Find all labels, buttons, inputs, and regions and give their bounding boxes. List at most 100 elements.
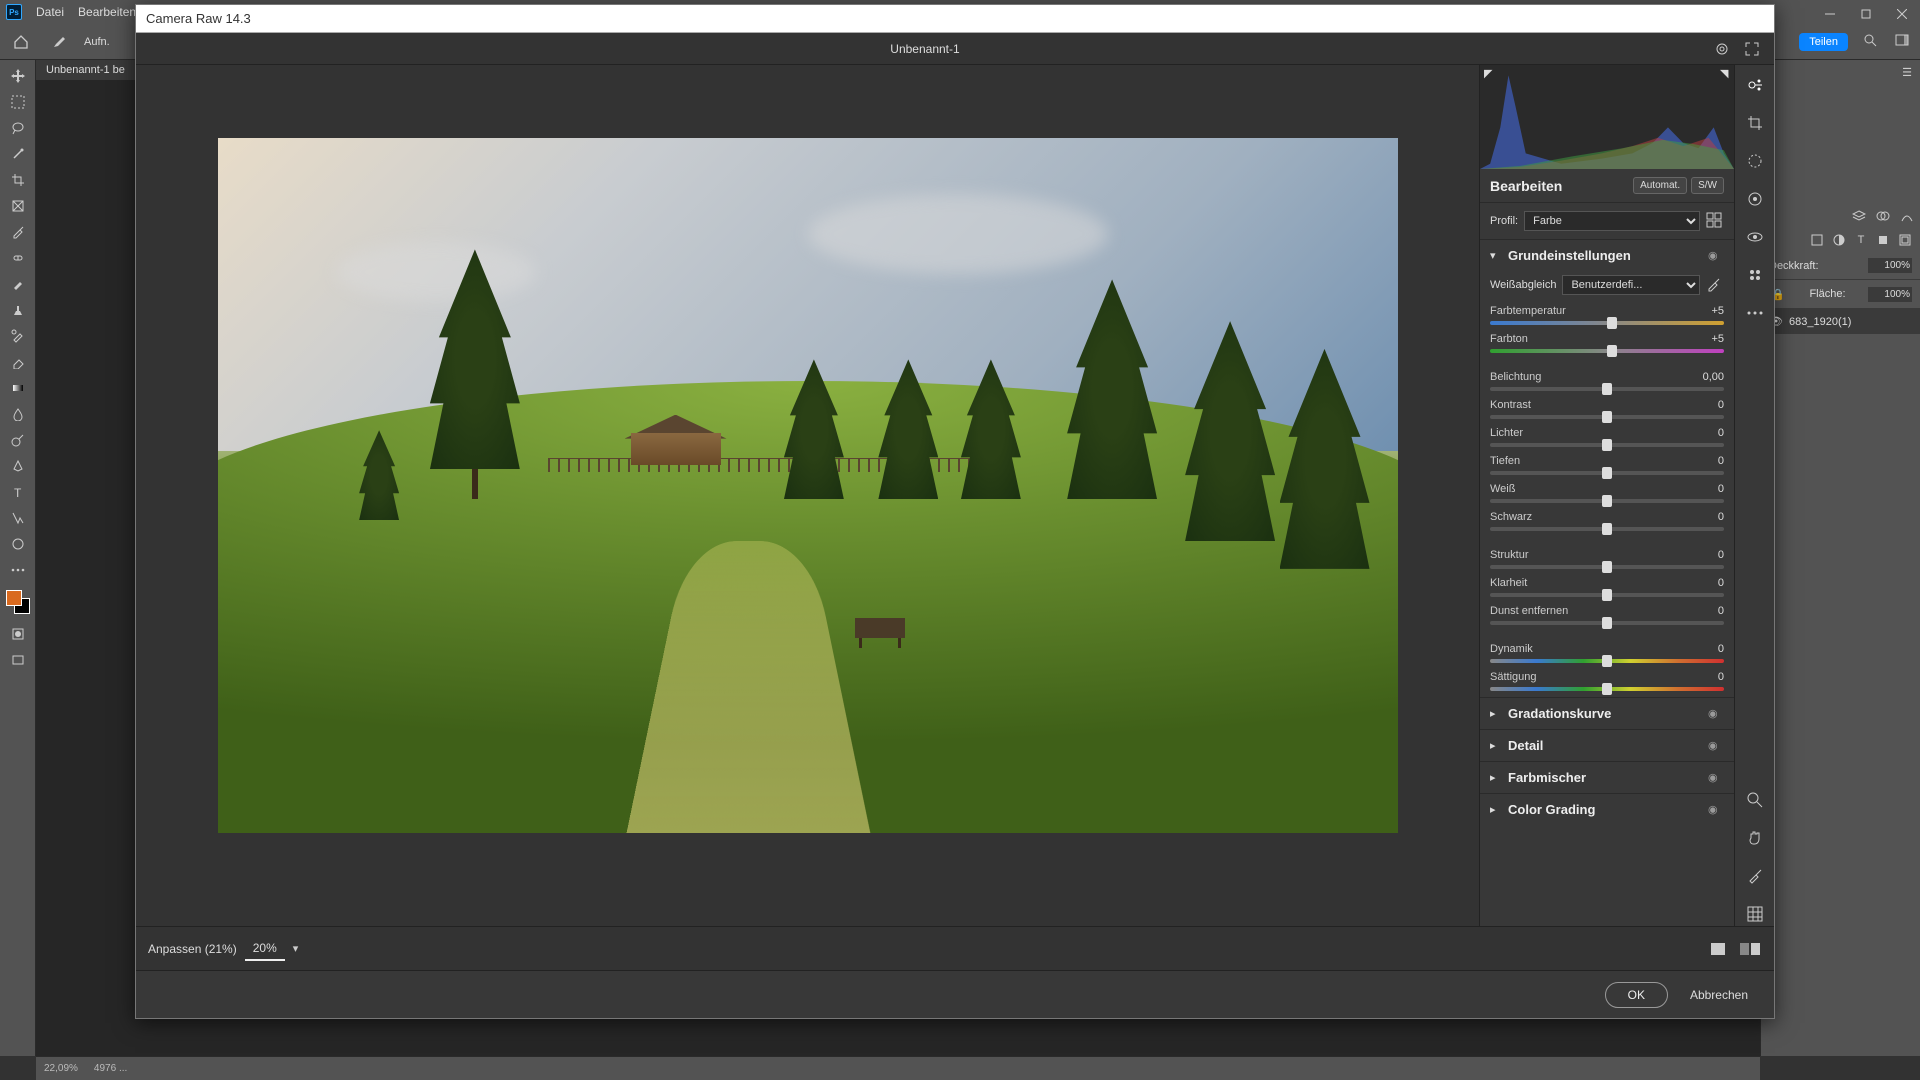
clarity-value[interactable] xyxy=(1680,577,1724,589)
tint-value[interactable] xyxy=(1680,333,1724,345)
grid-tool-icon[interactable] xyxy=(1743,902,1767,926)
filter-type-icon[interactable]: T xyxy=(1852,232,1870,248)
color-swatches[interactable] xyxy=(6,590,30,614)
highlights-slider[interactable]: Lichter xyxy=(1480,425,1734,453)
texture-value[interactable] xyxy=(1680,549,1724,561)
fullscreen-icon[interactable] xyxy=(1740,37,1764,61)
edit-tool-icon[interactable] xyxy=(1743,73,1767,97)
panel-visibility-icon[interactable]: ◉ xyxy=(1708,739,1724,752)
channels-icon[interactable] xyxy=(1874,208,1892,224)
eyedropper-tool-icon[interactable] xyxy=(4,220,32,244)
window-restore[interactable] xyxy=(1848,0,1884,28)
screenmode-icon[interactable] xyxy=(4,648,32,672)
contrast-value[interactable] xyxy=(1680,399,1724,411)
before-after-single-icon[interactable] xyxy=(1706,937,1730,961)
status-zoom[interactable]: 22,09% xyxy=(44,1063,78,1074)
vibrance-slider[interactable]: Dynamik xyxy=(1480,641,1734,669)
fill-input[interactable] xyxy=(1868,287,1912,302)
eraser-tool-icon[interactable] xyxy=(4,350,32,374)
redeye-tool-icon[interactable] xyxy=(1743,225,1767,249)
panel-visibility-icon[interactable]: ◉ xyxy=(1708,803,1724,816)
wand-tool-icon[interactable] xyxy=(4,142,32,166)
whites-value[interactable] xyxy=(1680,483,1724,495)
marquee-tool-icon[interactable] xyxy=(4,90,32,114)
zoom-tool-icon[interactable] xyxy=(1743,788,1767,812)
menu-bearbeiten[interactable]: Bearbeiten xyxy=(78,5,136,19)
shadows-slider[interactable]: Tiefen xyxy=(1480,453,1734,481)
clarity-slider[interactable]: Klarheit xyxy=(1480,575,1734,603)
shadow-clip-icon[interactable]: ◤ xyxy=(1484,67,1494,77)
panel-visibility-icon[interactable]: ◉ xyxy=(1708,249,1724,262)
curve-panel-header[interactable]: ▸Gradationskurve◉ xyxy=(1480,698,1734,729)
dehaze-slider[interactable]: Dunst entfernen xyxy=(1480,603,1734,631)
vibrance-value[interactable] xyxy=(1680,643,1724,655)
temp-slider[interactable]: Farbtemperatur xyxy=(1480,303,1734,331)
fit-button[interactable]: Anpassen (21%) xyxy=(148,942,237,956)
basic-panel-header[interactable]: ▾ Grundeinstellungen ◉ xyxy=(1480,240,1734,271)
temp-value[interactable] xyxy=(1680,305,1724,317)
dodge-tool-icon[interactable] xyxy=(4,428,32,452)
crop-tool-icon[interactable] xyxy=(4,168,32,192)
window-minimize[interactable] xyxy=(1812,0,1848,28)
saturation-slider[interactable]: Sättigung xyxy=(1480,669,1734,697)
panel-visibility-icon[interactable]: ◉ xyxy=(1708,707,1724,720)
crop-tool-icon[interactable] xyxy=(1743,111,1767,135)
search-icon[interactable] xyxy=(1860,33,1880,50)
shape-tool-icon[interactable] xyxy=(4,532,32,556)
cancel-button[interactable]: Abbrechen xyxy=(1680,983,1758,1007)
stamp-tool-icon[interactable] xyxy=(4,298,32,322)
filter-adjust-icon[interactable] xyxy=(1830,232,1848,248)
pen-tool-icon[interactable] xyxy=(4,454,32,478)
detail-panel-header[interactable]: ▸Detail◉ xyxy=(1480,730,1734,761)
brush-tool-icon[interactable] xyxy=(4,272,32,296)
options-aufn[interactable]: Aufn. xyxy=(84,36,110,48)
contrast-slider[interactable]: Kontrast xyxy=(1480,397,1734,425)
shadows-value[interactable] xyxy=(1680,455,1724,467)
heal-tool-icon[interactable] xyxy=(4,246,32,270)
more-icon[interactable] xyxy=(1743,301,1767,325)
gradient-tool-icon[interactable] xyxy=(4,376,32,400)
blacks-value[interactable] xyxy=(1680,511,1724,523)
panel-menu-icon[interactable]: ☰ xyxy=(1898,64,1916,80)
blacks-slider[interactable]: Schwarz xyxy=(1480,509,1734,537)
move-tool-icon[interactable] xyxy=(4,64,32,88)
wb-eyedropper-icon[interactable] xyxy=(1706,276,1724,294)
exposure-value[interactable] xyxy=(1680,371,1724,383)
lasso-tool-icon[interactable] xyxy=(4,116,32,140)
wb-select[interactable]: Benutzerdefi... xyxy=(1562,275,1700,295)
grading-panel-header[interactable]: ▸Color Grading◉ xyxy=(1480,794,1734,825)
cr-canvas[interactable] xyxy=(136,65,1479,926)
hand-tool-icon[interactable] xyxy=(1743,826,1767,850)
ok-button[interactable]: OK xyxy=(1605,982,1668,1008)
home-icon[interactable] xyxy=(8,29,34,55)
blur-tool-icon[interactable] xyxy=(4,402,32,426)
whites-slider[interactable]: Weiß xyxy=(1480,481,1734,509)
path-tool-icon[interactable] xyxy=(4,506,32,530)
highlight-clip-icon[interactable]: ◥ xyxy=(1720,67,1730,77)
mask-tool-icon[interactable] xyxy=(1743,187,1767,211)
opacity-input[interactable] xyxy=(1868,258,1912,273)
sampler-tool-icon[interactable] xyxy=(1743,864,1767,888)
before-after-split-icon[interactable] xyxy=(1738,937,1762,961)
document-tab[interactable]: Unbenannt-1 be xyxy=(36,60,135,80)
zoom-level[interactable]: 20% xyxy=(245,937,285,961)
type-tool-icon[interactable]: T xyxy=(4,480,32,504)
quickmask-icon[interactable] xyxy=(4,622,32,646)
menu-datei[interactable]: Datei xyxy=(36,5,64,19)
tint-slider[interactable]: Farbton xyxy=(1480,331,1734,359)
gear-icon[interactable] xyxy=(1710,37,1734,61)
filter-shape-icon[interactable] xyxy=(1874,232,1892,248)
histogram[interactable]: ◤ ◥ xyxy=(1480,65,1734,169)
layer-row[interactable]: 👁 683_1920(1) xyxy=(1761,309,1920,334)
texture-slider[interactable]: Struktur xyxy=(1480,547,1734,575)
teilen-button[interactable]: Teilen xyxy=(1799,33,1848,51)
exposure-slider[interactable]: Belichtung xyxy=(1480,369,1734,397)
more-tools-icon[interactable] xyxy=(4,558,32,582)
profile-browser-icon[interactable] xyxy=(1706,212,1724,230)
layers-icon[interactable] xyxy=(1850,208,1868,224)
presets-icon[interactable] xyxy=(1743,263,1767,287)
heal-tool-icon[interactable] xyxy=(1743,149,1767,173)
panel-visibility-icon[interactable]: ◉ xyxy=(1708,771,1724,784)
filter-smart-icon[interactable] xyxy=(1896,232,1914,248)
zoom-chevron-icon[interactable]: ▾ xyxy=(293,942,299,955)
